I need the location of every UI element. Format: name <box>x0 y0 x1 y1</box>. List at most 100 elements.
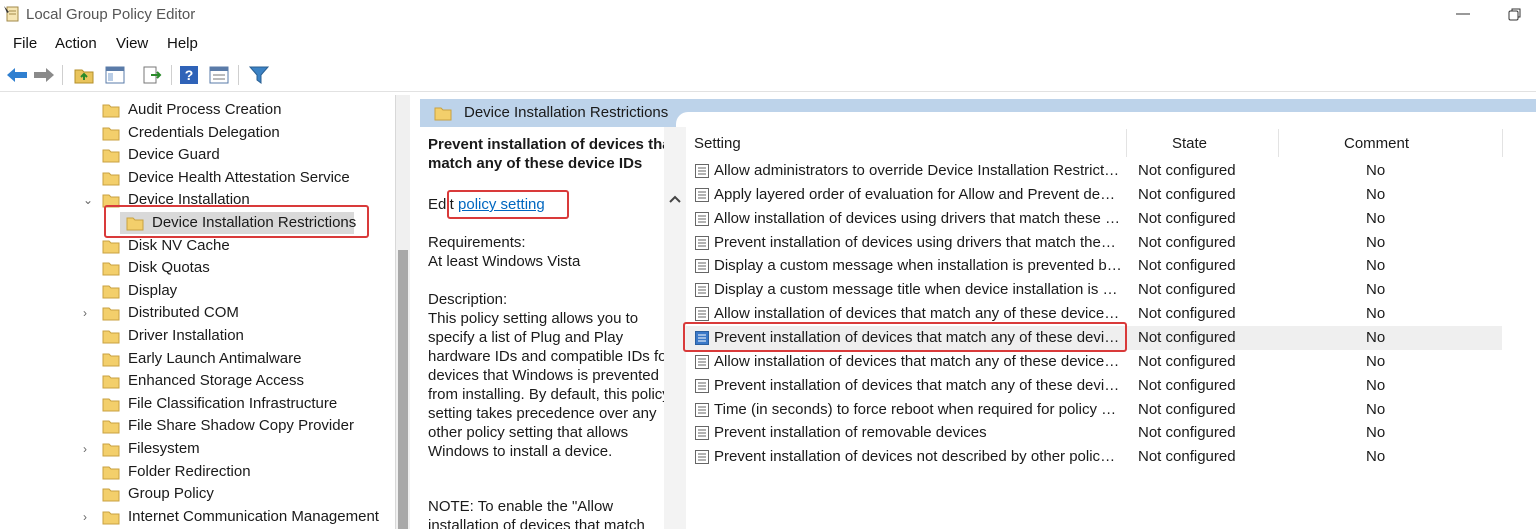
tree-item-label: Folder Redirection <box>128 462 251 480</box>
tree-item[interactable]: Display <box>0 280 395 302</box>
setting-name: Display a custom message when installati… <box>714 257 1122 275</box>
tree-item[interactable]: Folder Redirection <box>0 461 395 483</box>
column-header-comment[interactable]: Comment <box>1344 135 1409 157</box>
folder-icon <box>434 107 452 121</box>
tree-item[interactable]: Disk Quotas <box>0 257 395 279</box>
up-folder-icon[interactable] <box>72 63 96 87</box>
column-header-setting[interactable]: Setting <box>694 135 741 157</box>
menu-view[interactable]: View <box>110 33 154 55</box>
table-row[interactable]: Prevent installation of devices not desc… <box>686 445 1502 469</box>
folder-icon <box>102 509 120 525</box>
note-text: NOTE: To enable the "Allow installation … <box>428 498 645 529</box>
table-row[interactable]: Prevent installation of removable device… <box>686 421 1502 445</box>
tree-item[interactable]: Credentials Delegation <box>0 122 395 144</box>
policy-setting-icon <box>694 258 710 274</box>
details-header-title: Device Installation Restrictions <box>464 104 669 121</box>
tree-scrollbar[interactable] <box>396 95 410 529</box>
setting-comment: No <box>1366 376 1386 394</box>
properties-icon[interactable] <box>207 63 231 87</box>
setting-name: Prevent installation of devices not desc… <box>714 448 1122 466</box>
setting-comment: No <box>1366 328 1386 346</box>
minimize-icon[interactable] <box>1452 5 1474 23</box>
filter-icon[interactable] <box>247 63 271 87</box>
menu-help[interactable]: Help <box>161 33 204 55</box>
tree-item[interactable]: Device Guard <box>0 144 395 166</box>
setting-name: Prevent installation of devices using dr… <box>714 233 1122 251</box>
tree-item[interactable]: Early Launch Antimalware <box>0 348 395 370</box>
tree-item-label: Disk NV Cache <box>128 236 230 254</box>
tree-item[interactable]: Audit Process Creation <box>0 99 395 121</box>
table-row[interactable]: Apply layered order of evaluation for Al… <box>686 183 1502 207</box>
tree-item-label: Display <box>128 281 178 299</box>
menu-bar: File Action View Help <box>0 30 1536 58</box>
table-row[interactable]: Allow administrators to override Device … <box>686 159 1502 183</box>
table-row[interactable]: Allow installation of devices using driv… <box>686 207 1502 231</box>
setting-state: Not configured <box>1138 424 1236 442</box>
tree-item-label: Early Launch Antimalware <box>128 349 302 367</box>
table-row[interactable]: Allow installation of devices that match… <box>686 350 1502 374</box>
setting-comment: No <box>1366 352 1386 370</box>
setting-comment: No <box>1366 424 1386 442</box>
policy-heading: Prevent installation of devices that mat… <box>428 136 670 172</box>
table-row[interactable]: Display a custom message title when devi… <box>686 278 1502 302</box>
folder-icon <box>102 305 120 321</box>
setting-comment: No <box>1366 257 1386 275</box>
highlight-selected-policy-row <box>683 322 1127 352</box>
toolbar: ? <box>0 58 1536 92</box>
tree-item[interactable]: › Filesystem <box>0 438 395 460</box>
policy-setting-icon <box>694 187 710 203</box>
menu-file[interactable]: File <box>7 33 43 55</box>
policy-setting-icon <box>694 211 710 227</box>
menu-action[interactable]: Action <box>49 33 103 55</box>
folder-icon <box>102 441 120 457</box>
tree-item[interactable]: Group Policy <box>0 483 395 505</box>
tree-item-label: Disk Quotas <box>128 259 210 277</box>
tree-item[interactable]: Enhanced Storage Access <box>0 370 395 392</box>
highlight-policy-setting-link <box>447 190 569 219</box>
export-list-icon[interactable] <box>140 63 164 87</box>
setting-name: Apply layered order of evaluation for Al… <box>714 185 1122 203</box>
setting-comment: No <box>1366 281 1386 299</box>
tree-item-label: Filesystem <box>128 440 200 457</box>
folder-icon <box>102 147 120 163</box>
tree-item[interactable]: Driver Installation <box>0 325 395 347</box>
table-row[interactable]: Prevent installation of devices that mat… <box>686 374 1502 398</box>
tree-item[interactable]: › Distributed COM <box>0 302 395 324</box>
setting-state: Not configured <box>1138 233 1236 251</box>
back-arrow-icon[interactable] <box>5 63 29 87</box>
tree-item-label: Internet Communication Management <box>128 507 379 525</box>
setting-state: Not configured <box>1138 305 1236 323</box>
setting-name: Time (in seconds) to force reboot when r… <box>714 400 1122 418</box>
table-row[interactable]: Time (in seconds) to force reboot when r… <box>686 398 1502 422</box>
restore-icon[interactable] <box>1505 5 1525 23</box>
policy-tree: Audit Process Creation Credentials Delega… <box>0 95 396 529</box>
setting-state: Not configured <box>1138 376 1236 394</box>
description-label: Description: <box>428 291 508 308</box>
table-row[interactable]: Display a custom message when installati… <box>686 254 1502 278</box>
tree-scrollbar-thumb[interactable] <box>398 250 408 529</box>
setting-state: Not configured <box>1138 400 1236 418</box>
policy-setting-icon <box>694 163 710 179</box>
chevron-right-icon[interactable]: › <box>83 510 95 524</box>
tree-item[interactable]: › Internet Communication Management <box>0 506 395 528</box>
chevron-right-icon[interactable]: › <box>83 306 95 320</box>
tree-item-label: Driver Installation <box>128 327 244 344</box>
column-header-state[interactable]: State <box>1172 135 1207 157</box>
tree-item-label: Group Policy <box>128 485 214 503</box>
folder-icon <box>102 238 120 254</box>
tree-item[interactable]: Device Health Attestation Service <box>0 167 395 189</box>
chevron-right-icon[interactable]: › <box>83 442 95 456</box>
table-row[interactable]: Prevent installation of devices using dr… <box>686 231 1502 255</box>
policy-setting-icon <box>694 402 710 418</box>
highlight-selected-tree-item <box>104 205 369 238</box>
setting-comment: No <box>1366 162 1386 179</box>
tree-item[interactable]: File Classification Infrastructure <box>0 393 395 415</box>
help-icon[interactable]: ? <box>177 63 201 87</box>
setting-name: Display a custom message title when devi… <box>714 281 1122 299</box>
show-hide-tree-icon[interactable] <box>103 63 127 87</box>
chevron-down-icon[interactable]: ⌄ <box>83 193 95 207</box>
forward-arrow-icon[interactable] <box>32 63 56 87</box>
setting-state: Not configured <box>1138 162 1236 179</box>
scroll-up-icon[interactable] <box>667 191 683 207</box>
tree-item[interactable]: File Share Shadow Copy Provider <box>0 415 395 437</box>
